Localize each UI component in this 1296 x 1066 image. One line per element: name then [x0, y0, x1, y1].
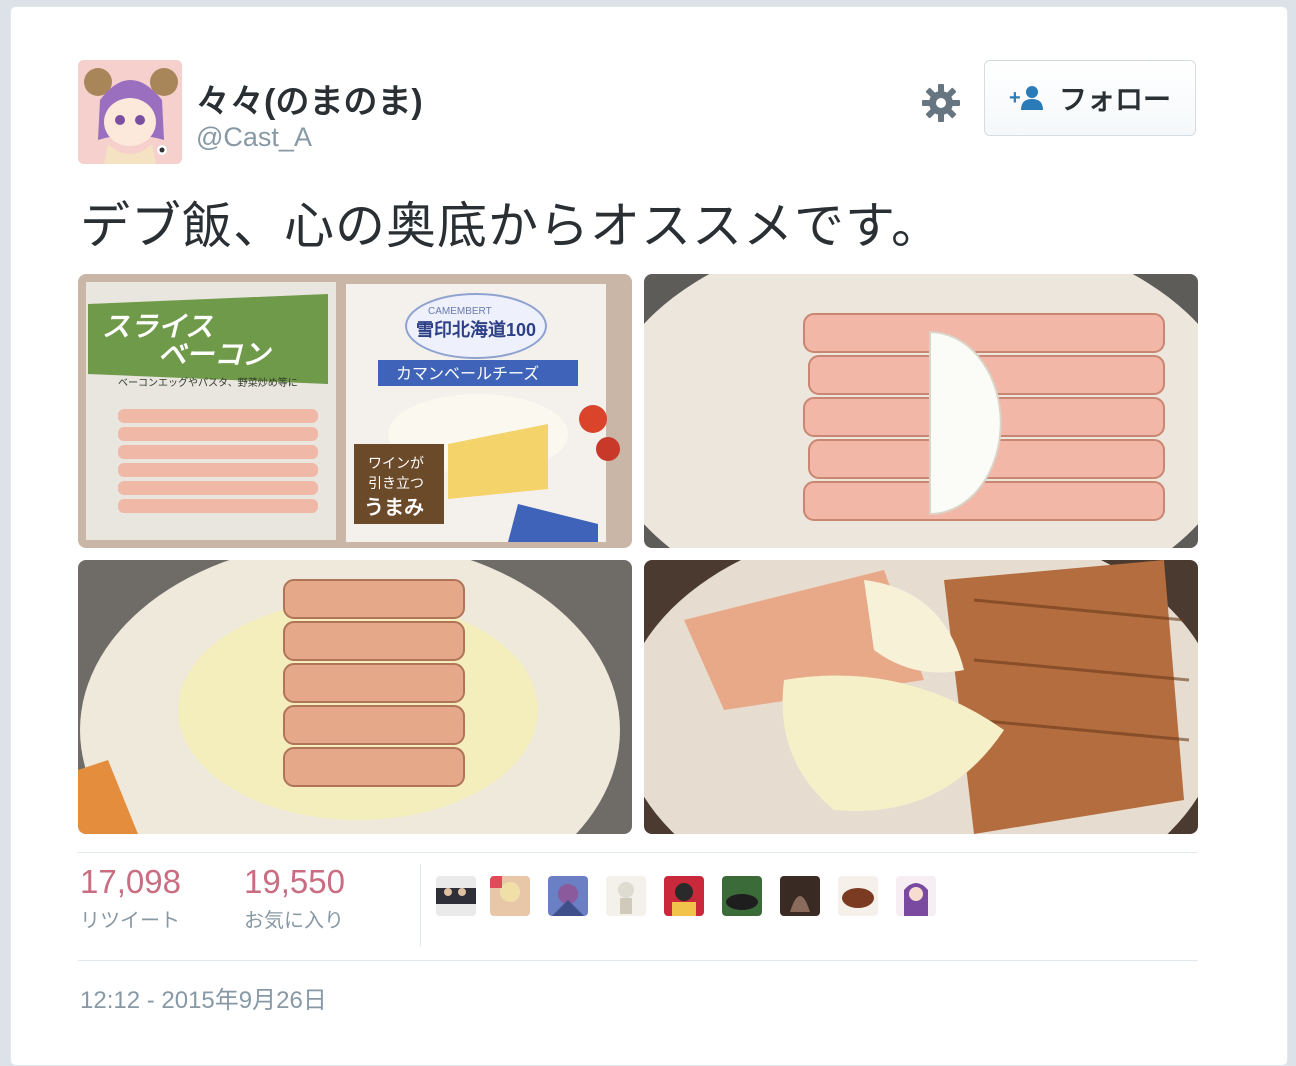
tweet-text: デブ飯、心の奥底からオススメです。 [80, 198, 942, 254]
favoriter-avatar-2[interactable] [490, 876, 530, 916]
display-name[interactable]: 々々(のまのま) [196, 74, 423, 123]
favoriter-avatar-9[interactable] [896, 876, 936, 916]
retweet-stat[interactable]: 17,098 リツイート [80, 862, 181, 933]
stats-separator [420, 864, 421, 946]
photo-cooked-bacon-melted-cheese[interactable] [644, 560, 1198, 834]
photo-bacon-and-camembert-packages[interactable]: スライス ベーコン ベーコンエッグやパスタ、野菜炒め等に CAMEMBERT 雪… [78, 274, 632, 548]
cheese-badge-line2: 引き立つ [368, 475, 424, 491]
favoriter-avatar-8[interactable] [838, 876, 878, 916]
avatar[interactable] [78, 60, 182, 164]
retweet-label: リツイート [80, 910, 180, 932]
photo-bacon-cheese-in-pan[interactable] [78, 560, 632, 834]
favoriter-avatar-7[interactable] [780, 876, 820, 916]
favoriter-avatar-1[interactable] [436, 876, 476, 916]
favorite-label: お気に入り [244, 910, 344, 932]
favoriter-avatar-4[interactable] [606, 876, 646, 916]
bacon-package-line2: ベーコン [158, 339, 272, 370]
stats-divider-top [78, 852, 1198, 853]
bacon-package-subtitle: ベーコンエッグやパスタ、野菜炒め等に [118, 376, 298, 389]
favoriter-avatar-3[interactable] [548, 876, 588, 916]
follow-user-icon: + [1009, 84, 1045, 112]
follow-label: フォロー [1058, 84, 1171, 115]
svg-text:+: + [1009, 87, 1021, 109]
cheese-product: カマンベールチーズ [396, 365, 539, 383]
photo-bacon-wrapped-cheese-raw[interactable] [644, 274, 1198, 548]
cheese-brand: 雪印北海道100 [416, 319, 536, 340]
cheese-badge-line3: うまみ [364, 496, 424, 519]
gear-icon[interactable] [920, 82, 962, 124]
stats-divider-bottom [78, 960, 1198, 961]
follow-button[interactable]: + フォロー [984, 60, 1196, 136]
favorite-count: 19,550 [244, 863, 345, 900]
user-handle[interactable]: @Cast_A [196, 122, 312, 153]
favoriter-avatar-5[interactable] [664, 876, 704, 916]
favoriter-avatar-6[interactable] [722, 876, 762, 916]
retweet-count: 17,098 [80, 863, 181, 900]
cheese-badge-line1: ワインが [368, 455, 424, 471]
bacon-package-line1: スライス [102, 311, 213, 342]
cheese-brand-top: CAMEMBERT [428, 306, 492, 317]
favorite-stat[interactable]: 19,550 お気に入り [244, 862, 345, 933]
tweet-timestamp[interactable]: 12:12 - 2015年9月26日 [80, 980, 327, 1015]
